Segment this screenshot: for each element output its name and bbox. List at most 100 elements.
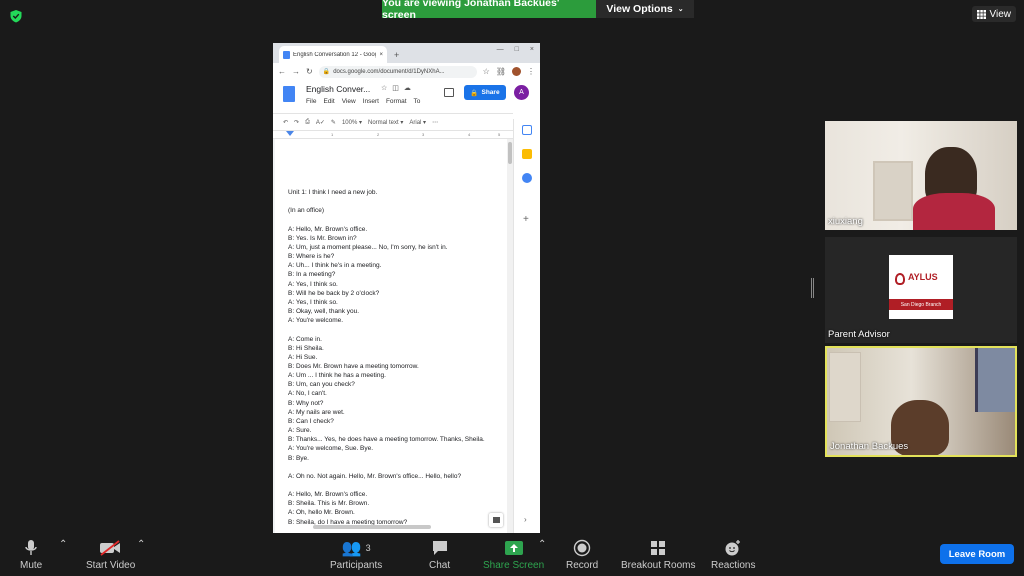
bookmark-star-icon[interactable]: ☆: [483, 67, 490, 76]
menu-format[interactable]: Format: [386, 98, 407, 105]
meeting-controls-bar: Mute ⌃ Start Video ⌃ 👥 3 Participants Cha…: [0, 534, 1024, 576]
menu-insert[interactable]: Insert: [363, 98, 379, 105]
document-line: A: Um ... I think he has a meeting.: [288, 372, 386, 380]
browser-tab[interactable]: English Conversation 12 - Googl ×: [279, 46, 387, 63]
participants-count: 3: [365, 543, 371, 553]
audio-options-caret-icon[interactable]: ⌃: [59, 539, 67, 550]
share-screen-label: Share Screen: [483, 560, 545, 571]
document-page[interactable]: Unit 1: I think I need a new job. (In an…: [275, 139, 507, 533]
maximize-icon[interactable]: □: [515, 46, 519, 53]
ruler-mark-3: 3: [422, 132, 425, 137]
tasks-icon[interactable]: [522, 173, 532, 183]
view-options-button[interactable]: View Options ⌄: [596, 0, 694, 18]
document-title[interactable]: English Conver...: [306, 84, 370, 94]
video-tile-jonathan-backues[interactable]: Jonathan Backues: [825, 346, 1017, 457]
share-options-caret-icon[interactable]: ⌃: [538, 539, 546, 550]
document-line: A: You're welcome.: [288, 317, 344, 325]
title-icons: ☆ ◫ ☁: [381, 84, 411, 92]
document-line: B: Um, can you check?: [288, 381, 355, 389]
explore-icon: [492, 517, 500, 523]
scrollbar-thumb[interactable]: [508, 142, 512, 164]
window-controls: — □ ×: [497, 46, 534, 53]
menu-edit[interactable]: Edit: [323, 98, 334, 105]
share-label: Share: [481, 89, 500, 96]
document-line: A: Oh, hello Mr. Brown.: [288, 509, 355, 517]
leave-room-button[interactable]: Leave Room: [940, 544, 1014, 564]
undo-icon[interactable]: ↶: [283, 119, 288, 126]
close-window-icon[interactable]: ×: [530, 46, 534, 53]
profile-avatar-icon[interactable]: [512, 67, 521, 76]
browser-menu-icon[interactable]: ⋮: [527, 67, 535, 76]
reactions-button[interactable]: Reactions: [711, 539, 755, 571]
font-select[interactable]: Arial ▾: [409, 119, 426, 126]
participants-button[interactable]: 👥 3 Participants: [330, 539, 382, 571]
share-screen-icon: [504, 541, 523, 555]
keep-icon[interactable]: [522, 149, 532, 159]
docs-toolbar: ↶ ↷ ⎙ A✓ ✎ 100% ▾ Normal text ▾ Arial ▾ …: [273, 113, 513, 131]
indent-marker-icon[interactable]: [286, 131, 294, 136]
view-button[interactable]: View: [971, 6, 1016, 22]
chat-label: Chat: [429, 560, 451, 571]
comment-history-icon[interactable]: [444, 88, 454, 97]
document-line: A: My nails are wet.: [288, 408, 345, 416]
menu-tools[interactable]: To: [414, 98, 421, 105]
chat-button[interactable]: Chat: [429, 539, 450, 571]
video-options-caret-icon[interactable]: ⌃: [137, 539, 145, 550]
print-icon[interactable]: ⎙: [305, 119, 310, 126]
start-video-button[interactable]: Start Video: [86, 539, 135, 571]
share-screen-button[interactable]: Share Screen: [483, 539, 544, 571]
mute-button[interactable]: Mute: [20, 539, 42, 571]
menu-view[interactable]: View: [342, 98, 356, 105]
record-button[interactable]: Record: [566, 539, 598, 571]
google-docs-icon[interactable]: [283, 86, 295, 102]
horizontal-scrollbar[interactable]: [313, 525, 431, 529]
window-background: [975, 348, 1015, 412]
ruler-mark-1: 1: [331, 132, 334, 137]
video-camera-off-icon: [99, 540, 120, 556]
browser-tab-title: English Conversation 12 - Googl: [293, 51, 377, 58]
back-arrow-icon[interactable]: ←: [278, 67, 286, 76]
add-ons-plus-icon[interactable]: +: [523, 214, 529, 225]
address-bar[interactable]: 🔒 docs.google.com/document/d/1DyNXhA...: [318, 65, 477, 78]
more-options-icon[interactable]: ⋯: [432, 119, 438, 126]
docs-header: English Conver... ☆ ◫ ☁ File Edit View I…: [273, 80, 540, 113]
zoom-meeting-window: You are viewing Jonathan Backues' screen…: [0, 0, 1024, 576]
breakout-rooms-button[interactable]: Breakout Rooms: [621, 539, 695, 571]
reactions-label: Reactions: [711, 560, 756, 571]
forward-arrow-icon[interactable]: →: [292, 67, 300, 76]
menu-file[interactable]: File: [306, 98, 316, 105]
share-button[interactable]: 🔒 Share: [464, 85, 506, 100]
video-tile-xiuxiang[interactable]: xiuxiang: [825, 121, 1017, 230]
zoom-select[interactable]: 100% ▾: [342, 119, 362, 126]
new-tab-icon[interactable]: +: [394, 50, 399, 60]
leave-room-label: Leave Room: [948, 548, 1006, 560]
document-line: A: Hello, Mr. Brown's office.: [288, 491, 368, 499]
close-tab-icon[interactable]: ×: [379, 52, 383, 58]
ruler: 1 2 3 4 5: [273, 131, 513, 139]
document-line: A: Come in.: [288, 335, 322, 343]
gallery-resize-handle[interactable]: [811, 278, 814, 298]
redo-icon[interactable]: ↷: [294, 119, 299, 126]
video-tile-parent-advisor[interactable]: AYLUS San Diego Branch Parent Advisor: [825, 237, 1017, 343]
tile-name: xiuxiang: [828, 216, 863, 227]
account-avatar[interactable]: A: [514, 85, 529, 100]
document-canvas: Unit 1: I think I need a new job. (In an…: [273, 139, 513, 533]
minimize-icon[interactable]: —: [497, 46, 504, 53]
mute-label: Mute: [20, 560, 43, 571]
cloud-icon[interactable]: ☁: [404, 84, 411, 92]
reload-icon[interactable]: ↻: [306, 67, 313, 76]
star-icon[interactable]: ☆: [381, 84, 387, 92]
move-folder-icon[interactable]: ◫: [392, 84, 399, 92]
chevron-right-icon[interactable]: ›: [524, 515, 527, 524]
spellcheck-icon[interactable]: A✓: [316, 119, 325, 126]
explore-button[interactable]: [489, 513, 503, 527]
document-line: A: Oh no. Not again. Hello, Mr. Brown's …: [288, 472, 462, 480]
security-shield-icon[interactable]: [9, 9, 23, 23]
style-select[interactable]: Normal text ▾: [368, 119, 403, 126]
document-line: A: Hi Sue.: [288, 353, 318, 361]
extensions-icon[interactable]: ⛓: [496, 67, 506, 76]
paint-format-icon[interactable]: ✎: [331, 119, 336, 126]
banner-text: You are viewing Jonathan Backues' screen: [382, 0, 560, 21]
calendar-icon[interactable]: [522, 125, 532, 135]
